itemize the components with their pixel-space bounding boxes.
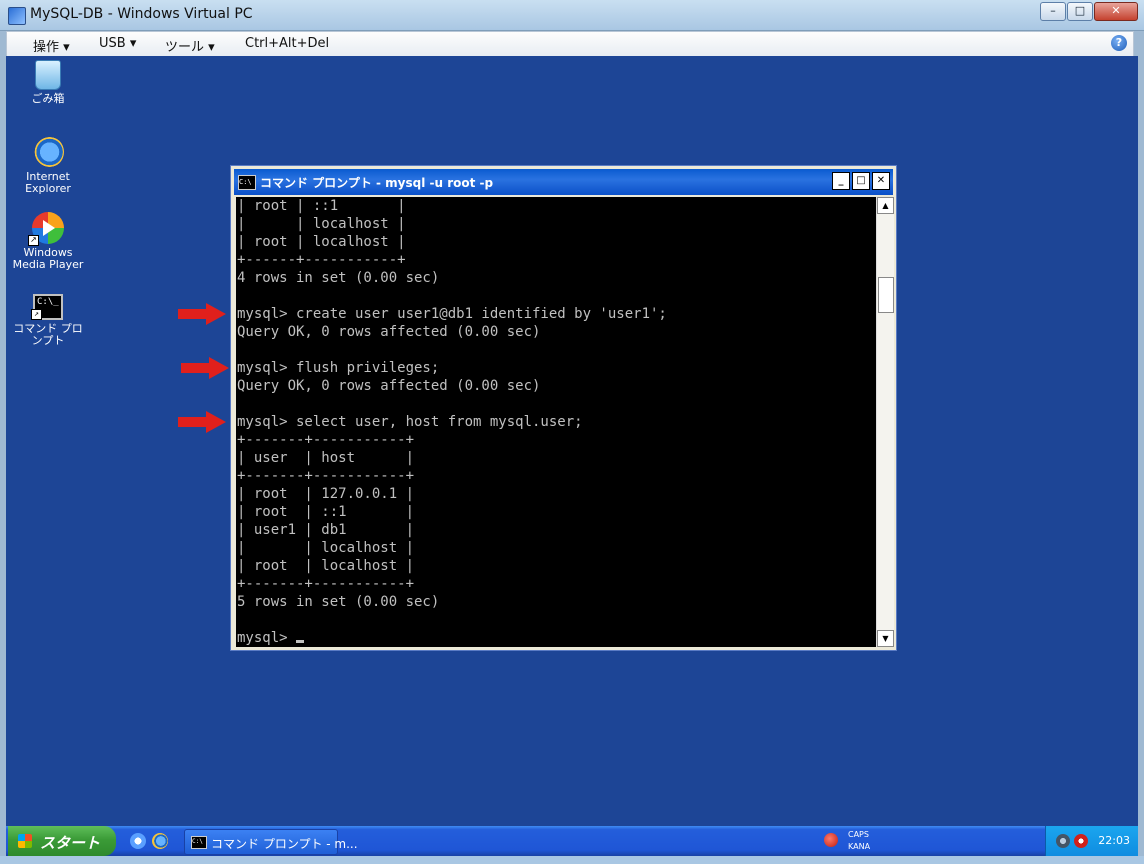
desktop-icon-recycle-bin[interactable]: ごみ箱 xyxy=(8,60,88,105)
shortcut-arrow-icon: ↗ xyxy=(28,235,39,246)
maximize-button[interactable]: □ xyxy=(1067,2,1093,21)
command-prompt-title: コマンド プロンプト - mysql -u root -p xyxy=(260,176,494,190)
desktop-icon-media-player[interactable]: ↗ Windows Media Player xyxy=(8,212,88,271)
console-line: mysql> select user, host from mysql.user… xyxy=(237,414,583,430)
red-arrow-icon xyxy=(178,303,226,325)
internet-explorer-icon xyxy=(32,136,64,168)
console-line: +------+-----------+ xyxy=(237,252,406,268)
command-prompt-window: C:\ コマンド プロンプト - mysql -u root -p _ □ ✕ … xyxy=(230,165,897,651)
menu-action[interactable]: 操作 ▾ xyxy=(33,36,70,55)
start-button[interactable]: スタート xyxy=(8,826,116,856)
console-line: | user1 | db1 | xyxy=(237,522,415,538)
console-line: mysql> flush privileges; xyxy=(237,360,440,376)
shortcut-arrow-icon: ↗ xyxy=(31,309,42,320)
console-output[interactable]: | root | ::1 | | | localhost | | root | … xyxy=(236,197,876,647)
desktop-icon-label: Windows Media Player xyxy=(12,246,84,271)
network-icon[interactable] xyxy=(1056,834,1070,848)
console-line: | | localhost | xyxy=(237,216,406,232)
host-window-bottom-border xyxy=(0,856,1144,864)
red-arrow-icon xyxy=(181,357,229,379)
media-player-icon: ↗ xyxy=(28,212,64,246)
kana-indicator: KANA xyxy=(848,842,871,851)
command-prompt-icon: C:\ xyxy=(191,836,207,849)
internet-explorer-quicklaunch-icon[interactable] xyxy=(152,833,168,849)
minimize-button[interactable]: – xyxy=(1040,2,1066,21)
console-line: +-------+-----------+ xyxy=(237,576,415,592)
scroll-up-arrow-icon[interactable]: ▲ xyxy=(877,197,894,214)
start-label: スタート xyxy=(40,834,101,852)
desktop-icon-label: ごみ箱 xyxy=(31,92,65,105)
taskbar: スタート C:\ コマンド プロンプト - m... CAPS KANA 22:… xyxy=(6,826,1138,856)
console-line: | root | ::1 | xyxy=(237,504,415,520)
taskbar-item-command-prompt[interactable]: C:\ コマンド プロンプト - m... xyxy=(184,829,358,855)
system-tray: 22:03 xyxy=(1045,826,1138,856)
recycle-bin-icon xyxy=(35,60,61,90)
menu-tools[interactable]: ツール ▾ xyxy=(165,36,215,55)
scroll-down-arrow-icon[interactable]: ▼ xyxy=(877,630,894,647)
text-cursor xyxy=(296,640,305,643)
show-desktop-icon[interactable] xyxy=(130,833,146,849)
console-line: 4 rows in set (0.00 sec) xyxy=(237,270,440,286)
close-button[interactable]: ✕ xyxy=(1094,2,1138,21)
help-icon[interactable]: ? xyxy=(1111,35,1127,51)
console-line: | user | host | xyxy=(237,450,415,466)
red-arrow-icon xyxy=(178,411,226,433)
desktop-icon-label: Internet Explorer xyxy=(25,170,71,195)
console-line: | root | localhost | xyxy=(237,234,406,250)
console-line: | | localhost | xyxy=(237,540,415,556)
command-prompt-icon: C:\ xyxy=(238,175,256,190)
desktop-icon-command-prompt[interactable]: C:\_ ↗ コマンド プロンプト xyxy=(8,294,88,347)
console-line: | root | localhost | xyxy=(237,558,415,574)
caps-indicator: CAPS xyxy=(848,830,869,839)
desktop-icon-internet-explorer[interactable]: Internet Explorer xyxy=(8,136,88,195)
host-title-bar: MySQL-DB - Windows Virtual PC – □ ✕ xyxy=(0,0,1144,31)
console-line: mysql> xyxy=(237,630,297,646)
console-text: | root | ::1 | | | localhost | | root | … xyxy=(236,197,876,647)
virtual-pc-icon xyxy=(8,7,26,25)
desktop-icon-label: コマンド プロンプト xyxy=(13,322,83,347)
console-line: Query OK, 0 rows affected (0.00 sec) xyxy=(237,378,541,394)
console-line: +-------+-----------+ xyxy=(237,432,415,448)
console-line: Query OK, 0 rows affected (0.00 sec) xyxy=(237,324,541,340)
security-alert-icon[interactable] xyxy=(1074,834,1088,848)
host-window-controls: – □ ✕ xyxy=(1040,2,1138,21)
vertical-scrollbar[interactable]: ▲ ▼ xyxy=(876,197,894,647)
menu-ctrl-alt-del[interactable]: Ctrl+Alt+Del xyxy=(245,36,329,51)
command-prompt-icon: C:\_ ↗ xyxy=(31,294,63,320)
clock: 22:03 xyxy=(1098,834,1130,847)
cmd-close-button[interactable]: ✕ xyxy=(872,172,890,190)
windows-flag-icon xyxy=(18,834,32,848)
console-line: | root | 127.0.0.1 | xyxy=(237,486,415,502)
ime-icon xyxy=(824,833,838,847)
console-line: | root | ::1 | xyxy=(237,198,406,214)
menu-usb[interactable]: USB ▾ xyxy=(99,36,136,51)
console-line: +-------+-----------+ xyxy=(237,468,415,484)
cmd-minimize-button[interactable]: _ xyxy=(832,172,850,190)
scroll-thumb[interactable] xyxy=(878,277,894,313)
cmd-maximize-button[interactable]: □ xyxy=(852,172,870,190)
command-prompt-title-bar[interactable]: C:\ コマンド プロンプト - mysql -u root -p _ □ ✕ xyxy=(234,169,893,195)
host-menubar: 操作 ▾ USB ▾ ツール ▾ Ctrl+Alt+Del ? xyxy=(6,31,1134,57)
console-line: mysql> create user user1@db1 identified … xyxy=(237,306,667,322)
console-line: 5 rows in set (0.00 sec) xyxy=(237,594,440,610)
command-prompt-controls: _ □ ✕ xyxy=(832,172,890,190)
taskbar-item-label: コマンド プロンプト - m... xyxy=(211,837,358,851)
host-window-title: MySQL-DB - Windows Virtual PC xyxy=(30,6,253,22)
